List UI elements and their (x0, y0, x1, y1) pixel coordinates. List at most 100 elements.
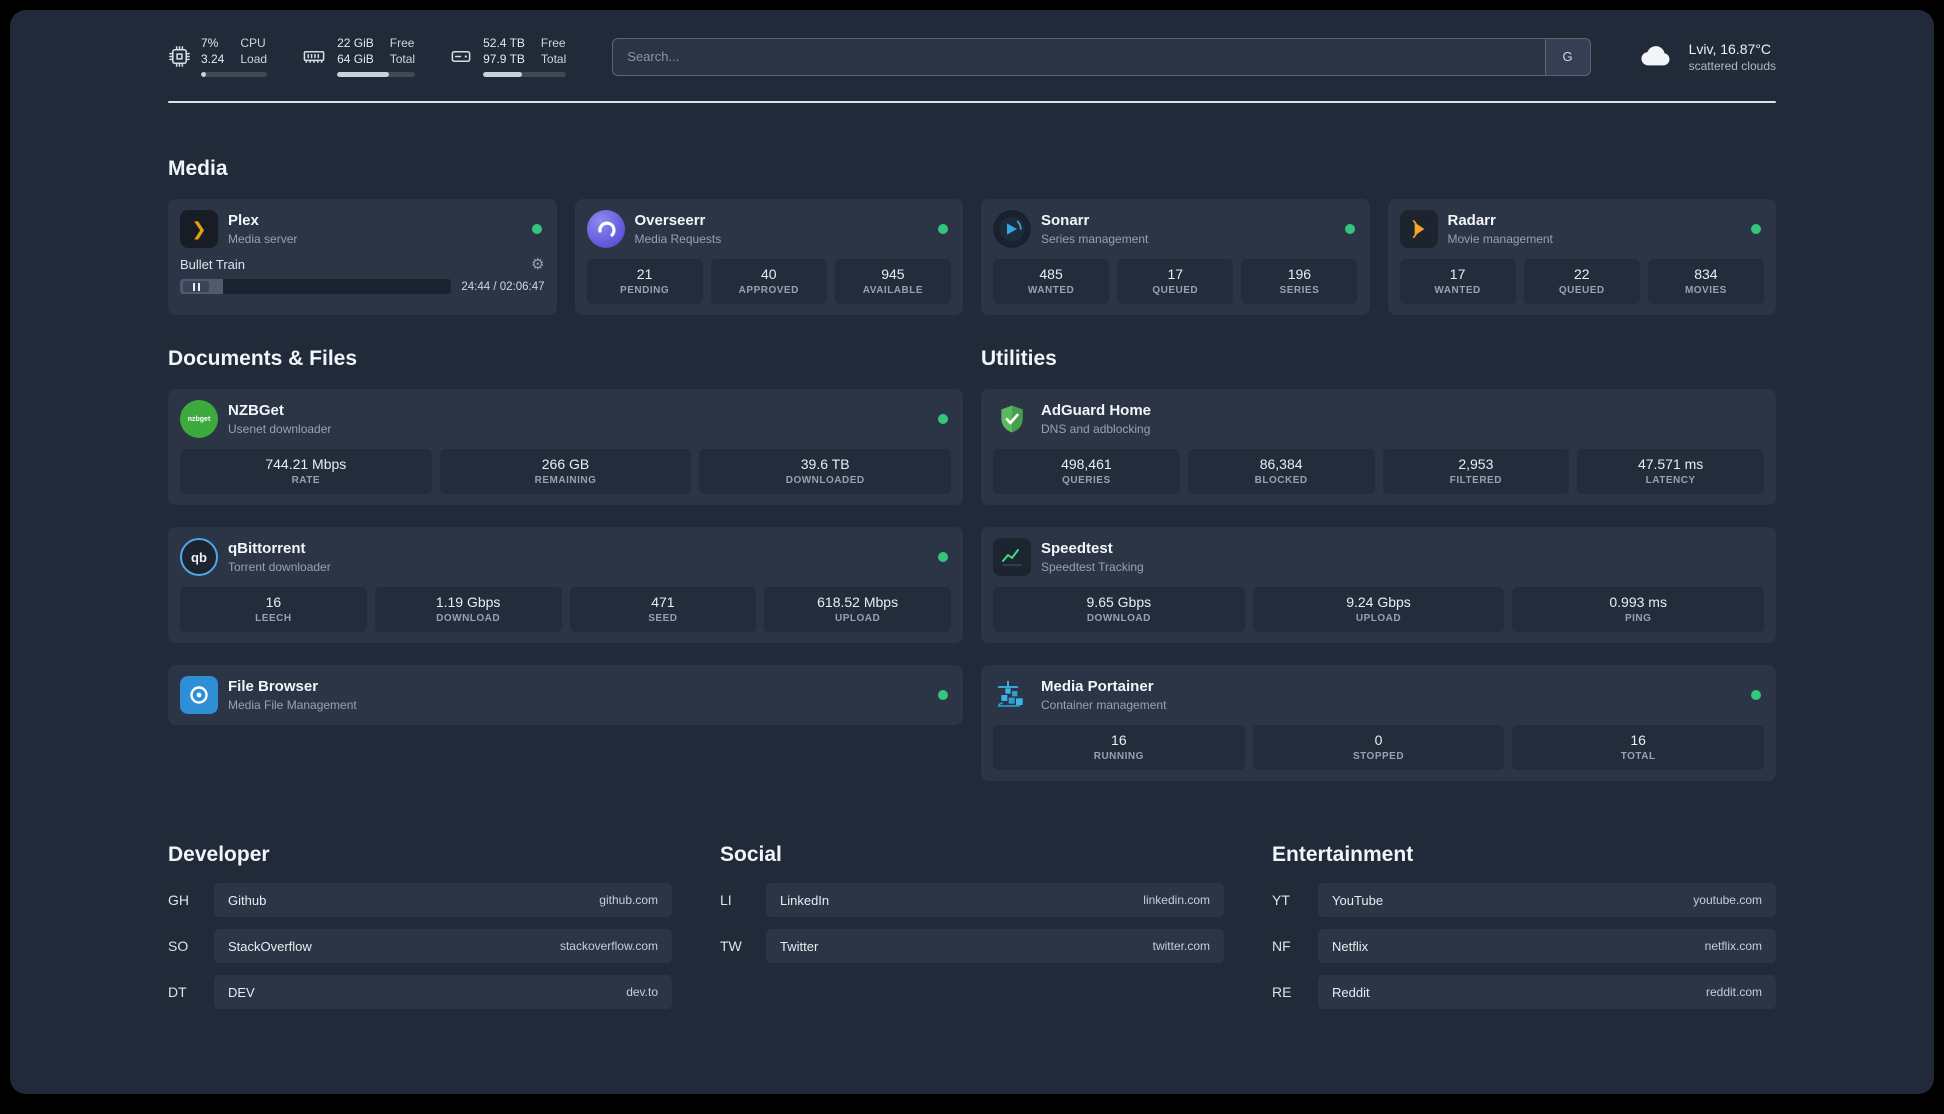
cpu-progress-bar (201, 72, 268, 77)
stat-tile: 2,953 FILTERED (1382, 449, 1570, 494)
service-name: qBittorrent (228, 540, 306, 557)
service-card-adguard[interactable]: AdGuard Home DNS and adblocking 498,461 … (981, 389, 1776, 505)
service-subtitle: Media server (228, 232, 298, 246)
service-name: Speedtest (1041, 540, 1113, 557)
bookmark-twitter[interactable]: TW Twitter twitter.com (720, 929, 1224, 963)
weather-location: Lviv, 16.87°C (1688, 40, 1771, 57)
memory-widget: 22 GiB Free 64 GiB Total (301, 36, 416, 77)
disk-progress-bar (483, 72, 567, 77)
section-utilities: Utilities AdGuard Home DNS and adblockin… (981, 347, 1776, 781)
bookmark-stackoverflow[interactable]: SO StackOverflow stackoverflow.com (168, 929, 672, 963)
bookmark-abbr: YT (1272, 892, 1290, 908)
status-indicator (938, 552, 948, 562)
bookmark-abbr: GH (168, 892, 189, 908)
service-subtitle: Torrent downloader (228, 560, 331, 574)
stat-tile: 21 PENDING (586, 259, 703, 304)
status-indicator (938, 414, 948, 424)
bookmark-linkedin[interactable]: LI LinkedIn linkedin.com (720, 883, 1224, 917)
portainer-icon (993, 676, 1031, 714)
bookmark-dev[interactable]: DT DEV dev.to (168, 975, 672, 1009)
bookmark-github[interactable]: GH Github github.com (168, 883, 672, 917)
search-input[interactable] (612, 37, 1545, 76)
adguard-icon (993, 400, 1031, 438)
now-playing-title: Bullet Train (180, 257, 246, 272)
bookmark-url: reddit.com (1705, 985, 1762, 999)
service-card-radarr[interactable]: Radarr Movie management 17 WANTED 22 QUE… (1387, 199, 1776, 315)
filebrowser-icon (180, 676, 218, 714)
section-title-utilities: Utilities (981, 347, 1057, 370)
bookmark-name: Github (228, 892, 267, 908)
overseerr-icon (586, 210, 625, 248)
stat-tile: 9.65 Gbps DOWNLOAD (993, 587, 1245, 632)
status-indicator (938, 690, 948, 700)
pause-button[interactable] (183, 281, 209, 292)
pause-icon (192, 282, 200, 291)
speedtest-icon (993, 538, 1031, 576)
bookmark-name: YouTube (1332, 892, 1384, 908)
stat-tile: 471 SEED (569, 587, 757, 632)
memory-total-value: 64 GiB (337, 52, 374, 66)
stat-tile: 485 WANTED (993, 259, 1110, 304)
resource-widgets: 7% CPU 3.24 Load 22 GiB Free 64 GiB Tota… (168, 36, 567, 77)
bookmark-url: stackoverflow.com (559, 939, 658, 953)
stat-tile: 22 QUEUED (1523, 259, 1640, 304)
section-title-documents: Documents & Files (168, 347, 358, 370)
cpu-icon (168, 45, 191, 68)
service-card-qbittorrent[interactable]: qb qBittorrent Torrent downloader 16 LEE… (168, 527, 963, 643)
bookmark-abbr: SO (168, 938, 189, 954)
weather-widget[interactable]: Lviv, 16.87°C scattered clouds (1637, 41, 1776, 73)
status-indicator (938, 224, 948, 234)
service-subtitle: Media Requests (634, 232, 722, 246)
bookmark-abbr: NF (1272, 938, 1291, 954)
service-name: Media Portainer (1041, 678, 1154, 695)
bookmark-url: github.com (599, 893, 658, 907)
bookmark-group-developer: Developer GH Github github.com SO StackO… (168, 843, 672, 1009)
weather-cloud-icon (1637, 43, 1677, 70)
radarr-icon (1399, 210, 1438, 248)
stat-tile: 47.571 ms LATENCY (1577, 449, 1764, 494)
bookmark-netflix[interactable]: NF Netflix netflix.com (1272, 929, 1776, 963)
plex-icon: ❯ (180, 210, 218, 248)
bookmark-youtube[interactable]: YT YouTube youtube.com (1272, 883, 1776, 917)
section-media: Media ❯ Plex Media server Bullet Train ⚙ (168, 157, 1776, 315)
service-card-overseerr[interactable]: Overseerr Media Requests 21 PENDING 40 A… (574, 199, 963, 315)
service-card-filebrowser[interactable]: File Browser Media File Management (168, 665, 963, 725)
stat-tile: 196 SERIES (1241, 259, 1358, 304)
stat-tile: 16 TOTAL (1512, 725, 1764, 770)
disk-total-value: 97.9 TB (483, 52, 525, 66)
gear-icon[interactable]: ⚙ (531, 257, 544, 272)
weather-condition: scattered clouds (1688, 58, 1776, 73)
service-card-portainer[interactable]: Media Portainer Container management 16 … (981, 665, 1776, 781)
cpu-usage-label: CPU (240, 36, 266, 50)
status-indicator (1751, 224, 1761, 234)
bookmark-url: twitter.com (1152, 939, 1210, 953)
search-provider-button[interactable]: G (1544, 37, 1591, 76)
service-card-nzbget[interactable]: nzbget NZBGet Usenet downloader 744.21 M… (168, 389, 963, 505)
disk-icon (449, 45, 473, 68)
bookmark-abbr: RE (1272, 984, 1292, 1000)
stat-tile: 40 APPROVED (710, 259, 827, 304)
stat-tile: 17 QUEUED (1117, 259, 1234, 304)
bookmark-name: Reddit (1332, 984, 1370, 1000)
stat-tile: 16 LEECH (180, 587, 367, 632)
service-name: File Browser (228, 678, 319, 695)
playback-progress-bar[interactable] (180, 279, 452, 294)
bookmark-group-social: Social LI LinkedIn linkedin.com TW Twitt… (720, 843, 1224, 963)
bookmark-group-title: Developer (168, 843, 270, 866)
memory-free-value: 22 GiB (337, 36, 374, 50)
service-card-plex[interactable]: ❯ Plex Media server Bullet Train ⚙ 24:44… (168, 199, 557, 315)
bookmark-name: LinkedIn (780, 892, 830, 908)
disk-widget: 52.4 TB Free 97.9 TB Total (449, 36, 567, 77)
memory-icon (301, 45, 327, 68)
search-bar: G (612, 37, 1591, 76)
memory-progress-bar (337, 72, 416, 77)
bookmark-url: youtube.com (1693, 893, 1762, 907)
bookmark-reddit[interactable]: RE Reddit reddit.com (1272, 975, 1776, 1009)
cpu-usage-value: 7% (201, 36, 219, 50)
service-subtitle: DNS and adblocking (1041, 422, 1151, 436)
status-indicator (1751, 690, 1761, 700)
service-name: Overseerr (634, 212, 706, 229)
service-card-speedtest[interactable]: Speedtest Speedtest Tracking 9.65 Gbps D… (981, 527, 1776, 643)
service-card-sonarr[interactable]: Sonarr Series management 485 WANTED 17 Q… (981, 199, 1370, 315)
stat-tile: 1.19 Gbps DOWNLOAD (374, 587, 562, 632)
